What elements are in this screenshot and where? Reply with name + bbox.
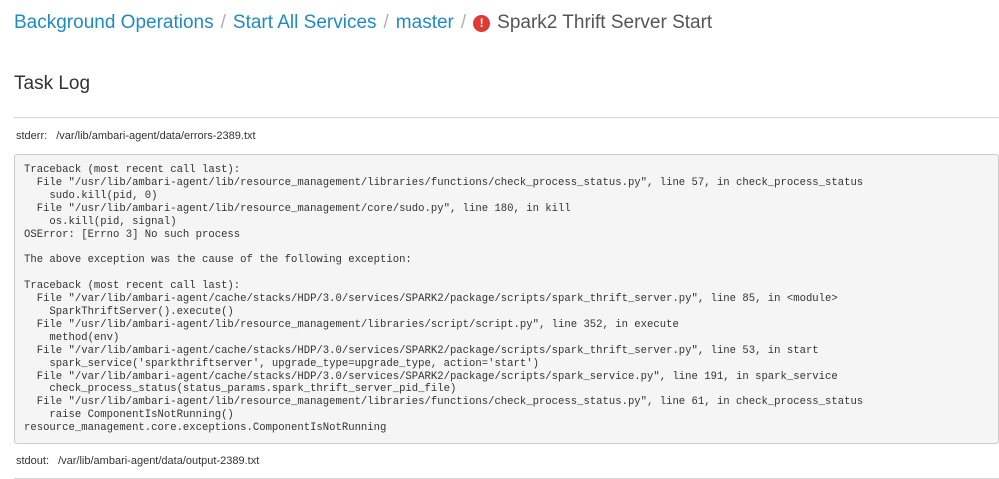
stdout-file-line: stdout: /var/lib/ambari-agent/data/outpu… bbox=[16, 455, 259, 467]
stderr-log-box[interactable]: Traceback (most recent call last): File … bbox=[14, 154, 999, 444]
stderr-label: stderr: bbox=[16, 130, 48, 142]
stdout-path: /var/lib/ambari-agent/data/output-2389.t… bbox=[58, 455, 260, 467]
error-icon: ! bbox=[473, 14, 491, 32]
breadcrumb-start-all-services-link[interactable]: Start All Services bbox=[233, 12, 377, 34]
breadcrumb-current-task: Spark2 Thrift Server Start bbox=[497, 12, 713, 33]
stderr-path: /var/lib/ambari-agent/data/errors-2389.t… bbox=[56, 130, 256, 142]
stderr-log-text[interactable]: Traceback (most recent call last): File … bbox=[24, 164, 989, 435]
stderr-file-line: stderr: /var/lib/ambari-agent/data/error… bbox=[16, 130, 256, 142]
task-log-title: Task Log bbox=[14, 73, 91, 94]
section-divider bbox=[14, 117, 999, 118]
breadcrumb-separator: / bbox=[383, 12, 389, 33]
breadcrumb-separator: / bbox=[460, 12, 467, 33]
breadcrumb-separator: / bbox=[220, 12, 226, 33]
breadcrumb-background-operations-link[interactable]: Background Operations bbox=[14, 12, 214, 34]
breadcrumb-host-master-link[interactable]: master bbox=[396, 12, 454, 34]
stdout-label: stdout: bbox=[16, 455, 50, 467]
breadcrumb: Background Operations / Start All Servic… bbox=[14, 10, 712, 36]
